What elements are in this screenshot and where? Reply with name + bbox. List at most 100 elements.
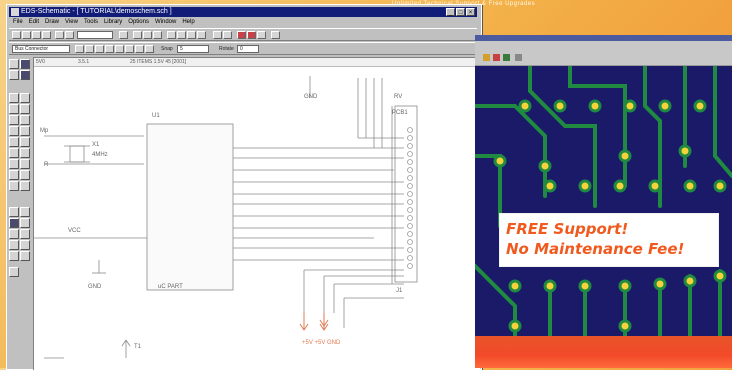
line-tool-icon[interactable] <box>9 93 19 103</box>
minimize-button[interactable]: _ <box>446 8 455 16</box>
close-button[interactable]: × <box>466 8 475 16</box>
align-left-icon[interactable] <box>105 45 114 53</box>
main-toolbar <box>9 28 477 41</box>
schematic-canvas[interactable]: 5V0 3.5.1 25 ITEMS 1.5V 45 [2001] GND RV… <box>33 57 480 370</box>
property-toolbar: Bus Connector Snap 5 Rotate 0 <box>9 42 477 55</box>
copy-icon[interactable] <box>65 31 74 39</box>
menu-view[interactable]: View <box>65 18 78 27</box>
save-icon[interactable] <box>32 31 41 39</box>
layer-icon[interactable] <box>9 240 19 250</box>
maximize-button[interactable]: □ <box>456 8 465 16</box>
rect-tool-icon[interactable] <box>9 104 19 114</box>
attribute-icon[interactable] <box>9 251 19 261</box>
sheet-icon[interactable] <box>20 148 30 158</box>
cut-icon[interactable] <box>55 31 64 39</box>
menu-library[interactable]: Library <box>104 18 122 27</box>
graphic-icon[interactable] <box>20 170 30 180</box>
menu-tools[interactable]: Tools <box>84 18 98 27</box>
select-arrow-icon[interactable] <box>9 59 19 69</box>
net-label-icon[interactable] <box>9 126 19 136</box>
title-bar: EDS-Schematic - [ TUTORIAL\demoschem.sch… <box>9 7 477 17</box>
schematic-window: EDS-Schematic - [ TUTORIAL\demoschem.sch… <box>6 4 482 370</box>
rotate-label: Rotate <box>219 46 234 52</box>
pcb-tool-icon-1[interactable] <box>483 54 490 61</box>
junction-icon[interactable] <box>197 31 206 39</box>
banner-red-strip <box>475 336 732 368</box>
label-ref: T1 <box>134 344 142 350</box>
hatch-icon[interactable] <box>9 229 19 239</box>
underline-icon[interactable] <box>95 45 104 53</box>
help-icon[interactable] <box>257 31 266 39</box>
menu-help[interactable]: Help <box>182 18 194 27</box>
pin-tool-icon[interactable] <box>9 170 19 180</box>
menu-draw[interactable]: Draw <box>45 18 59 27</box>
label-vcc: VCC <box>68 228 81 234</box>
label-pcb1: PCB1 <box>392 110 408 116</box>
pin-icon[interactable] <box>213 31 222 39</box>
probe-icon[interactable] <box>20 181 30 191</box>
menu-bar: File Edit Draw View Tools Library Option… <box>9 18 477 27</box>
part-icon[interactable] <box>20 59 30 69</box>
menu-edit[interactable]: Edit <box>29 18 39 27</box>
rotate-icon[interactable] <box>135 45 144 53</box>
annotate-icon[interactable] <box>20 251 30 261</box>
context-help-icon[interactable] <box>271 31 280 39</box>
layer-combo[interactable]: Bus Connector <box>12 45 70 53</box>
bezier-tool-icon[interactable] <box>20 115 30 125</box>
noconnect-icon[interactable] <box>9 148 19 158</box>
port-icon[interactable] <box>223 31 232 39</box>
zoom-in-icon[interactable] <box>133 31 142 39</box>
promo-callout: FREE Support! No Maintenance Fee! <box>500 214 718 266</box>
font-icon[interactable] <box>20 207 30 217</box>
undo-icon[interactable] <box>119 31 128 39</box>
pcb-tool-icon-2[interactable] <box>493 54 500 61</box>
wire-icon[interactable] <box>177 31 186 39</box>
label-x1: X1 <box>92 142 100 148</box>
text-tool-icon[interactable] <box>9 207 19 217</box>
align-center-icon[interactable] <box>115 45 124 53</box>
align-right-icon[interactable] <box>125 45 134 53</box>
wire-tool-icon[interactable] <box>9 70 19 80</box>
pcb-tool-icon-3[interactable] <box>503 54 510 61</box>
power-port-icon[interactable] <box>20 126 30 136</box>
new-file-icon[interactable] <box>12 31 21 39</box>
bus-tool-icon[interactable] <box>20 70 30 80</box>
zoom-fit-icon[interactable] <box>153 31 162 39</box>
color-icon[interactable] <box>20 218 30 228</box>
rotate-combo[interactable]: 0 <box>237 45 259 53</box>
menu-file[interactable]: File <box>13 18 23 27</box>
bus-icon[interactable] <box>187 31 196 39</box>
bold-icon[interactable] <box>75 45 84 53</box>
arc-tool-icon[interactable] <box>20 93 30 103</box>
menu-options[interactable]: Options <box>128 18 149 27</box>
rule-check-icon[interactable] <box>237 31 246 39</box>
zoom-combo[interactable] <box>77 31 113 39</box>
promo-line-no-fee: No Maintenance Fee! <box>506 240 685 258</box>
measure-icon[interactable] <box>9 181 19 191</box>
pcb-tool-icon-4[interactable] <box>515 54 522 61</box>
open-file-icon[interactable] <box>22 31 31 39</box>
zoom-out-icon[interactable] <box>143 31 152 39</box>
pcb-board-view[interactable] <box>475 66 732 345</box>
app-icon <box>11 8 19 16</box>
italic-icon[interactable] <box>85 45 94 53</box>
fill-icon[interactable] <box>9 218 19 228</box>
pattern-icon[interactable] <box>20 229 30 239</box>
zoom-tool-icon[interactable] <box>9 267 19 277</box>
snap-label: Snap <box>161 46 173 52</box>
snap-combo[interactable]: 5 <box>177 45 209 53</box>
mirror-icon[interactable] <box>145 45 154 53</box>
entry-icon[interactable] <box>9 159 19 169</box>
junction-tool-icon[interactable] <box>20 137 30 147</box>
grid-icon[interactable] <box>167 31 176 39</box>
print-icon[interactable] <box>42 31 51 39</box>
netlist-icon[interactable] <box>247 31 256 39</box>
label-rv: RV <box>394 94 403 100</box>
image-icon[interactable] <box>20 159 30 169</box>
ground-icon[interactable] <box>9 137 19 147</box>
label-u1: U1 <box>152 113 160 119</box>
layer-visibility-icon[interactable] <box>20 240 30 250</box>
menu-window[interactable]: Window <box>155 18 176 27</box>
polygon-tool-icon[interactable] <box>9 115 19 125</box>
circle-tool-icon[interactable] <box>20 104 30 114</box>
